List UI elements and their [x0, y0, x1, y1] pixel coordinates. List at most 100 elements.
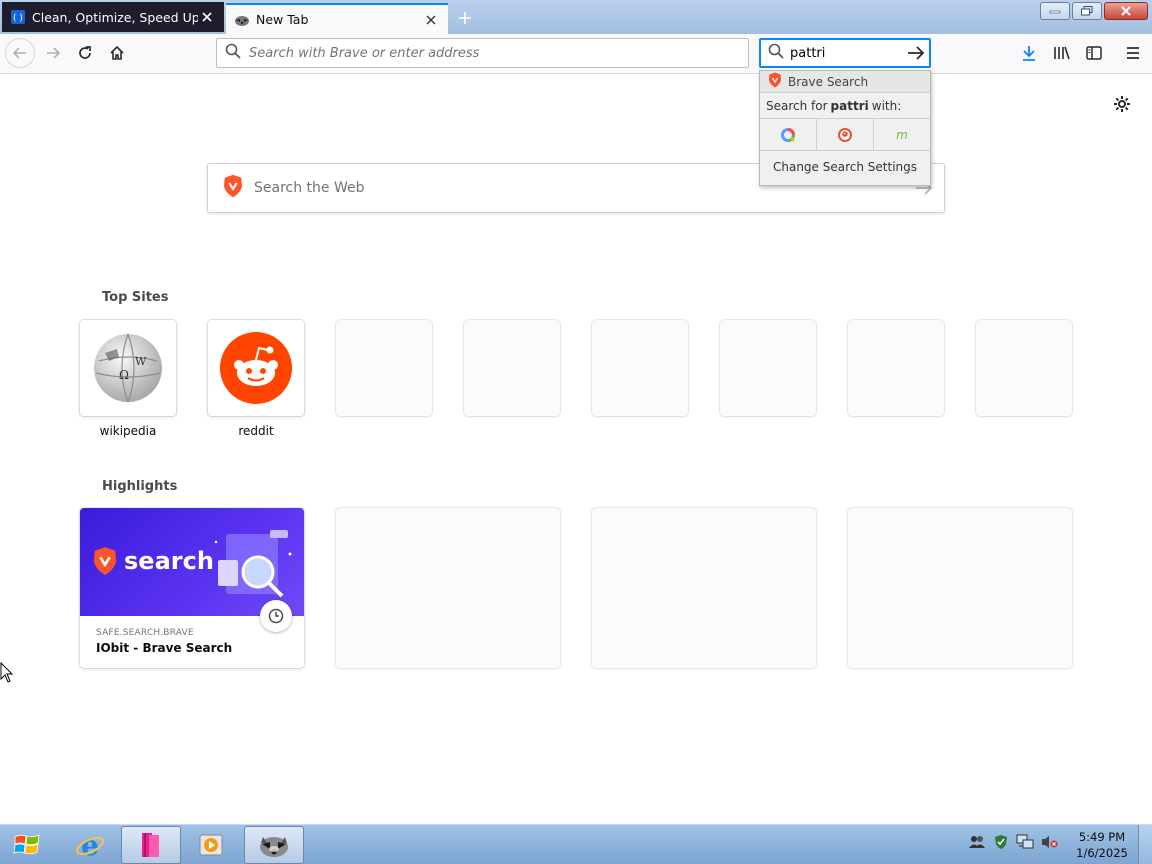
tab-new-tab[interactable]: New Tab [226, 3, 448, 34]
mojeek-icon: m [896, 128, 908, 142]
library-button[interactable] [1047, 38, 1077, 68]
gear-icon [1114, 96, 1130, 112]
taskbar-clock[interactable]: 5:49 PM 1/6/2025 [1074, 829, 1130, 861]
taskbar-browser[interactable] [244, 826, 304, 864]
search-icon [225, 43, 241, 63]
forward-button[interactable] [38, 38, 68, 68]
network-icon[interactable] [1016, 833, 1034, 851]
search-icon [768, 43, 784, 63]
arrow-right-icon [908, 46, 925, 60]
highlight-card-empty[interactable] [592, 508, 816, 668]
highlights-heading: Highlights [102, 479, 178, 494]
forward-arrow-icon [47, 47, 61, 59]
top-site-tile-empty[interactable] [592, 320, 688, 416]
mouse-cursor-icon [0, 662, 14, 683]
show-desktop-button[interactable] [1138, 825, 1152, 864]
highlight-hostname: SAFE.SEARCH.BRAVE [96, 628, 194, 638]
sidebar-icon [1086, 46, 1102, 60]
system-tray [968, 833, 1058, 851]
top-sites-heading: Top Sites [102, 290, 169, 305]
search-go-button[interactable] [902, 40, 930, 66]
current-engine-header: Brave Search [760, 71, 930, 93]
new-tab-page: Top Sites Ω W wikipedia reddit Highlight… [0, 74, 1152, 824]
close-tab-icon[interactable] [422, 11, 440, 29]
reload-icon [79, 46, 91, 59]
minimize-button[interactable] [1040, 2, 1070, 20]
search-input[interactable] [790, 45, 902, 61]
clock-icon [260, 600, 292, 632]
search-for-prefix: Search for [766, 98, 828, 113]
restore-button[interactable] [1072, 2, 1102, 20]
engine-qwant[interactable] [760, 119, 817, 150]
svg-text:( ): ( ) [13, 14, 23, 24]
engine-duckduckgo[interactable] [817, 119, 874, 150]
menu-button[interactable] [1118, 38, 1148, 68]
search-for-term: pattri [830, 98, 869, 113]
raccoon-icon [234, 12, 250, 28]
brave-search-logo: search [92, 546, 214, 576]
start-button[interactable] [6, 827, 48, 863]
taskbar-file-manager[interactable] [121, 826, 181, 864]
highlight-card-empty[interactable] [848, 508, 1072, 668]
tab-iobit[interactable]: ( ) Clean, Optimize, Speed Up and [2, 2, 224, 32]
top-site-tile-reddit[interactable] [208, 320, 304, 416]
media-player-icon [199, 834, 223, 856]
windows-logo-icon [13, 834, 40, 855]
taskbar-internet-explorer[interactable]: e [60, 826, 120, 864]
top-site-tile-empty[interactable] [720, 320, 816, 416]
back-arrow-icon [12, 47, 26, 59]
close-tab-icon[interactable] [198, 8, 216, 26]
close-window-button[interactable] [1104, 2, 1148, 20]
reload-button[interactable] [70, 38, 100, 68]
svg-text:m: m [896, 128, 908, 142]
top-site-tile-empty[interactable] [336, 320, 432, 416]
top-site-tile-empty[interactable] [976, 320, 1072, 416]
search-for-label: Search for pattri with: [760, 93, 930, 119]
magnifier-document-illustration [214, 530, 292, 598]
search-for-suffix: with: [871, 98, 902, 113]
title-bar: ( ) Clean, Optimize, Speed Up and New Ta… [0, 0, 1152, 34]
downloads-button[interactable] [1014, 38, 1044, 68]
address-bar[interactable] [216, 38, 749, 68]
top-site-tile-empty[interactable] [848, 320, 944, 416]
brave-lion-icon [768, 72, 782, 91]
search-bar[interactable] [759, 38, 931, 68]
home-icon [110, 45, 124, 60]
change-search-settings-button[interactable]: Change Search Settings [760, 151, 930, 183]
windows-taskbar: e 5:49 PM 1/6/2025 [0, 824, 1152, 864]
raccoon-icon [260, 837, 288, 857]
clock-date: 1/6/2025 [1076, 846, 1128, 860]
volume-muted-icon[interactable] [1040, 833, 1058, 851]
back-button[interactable] [5, 38, 35, 68]
tab-title: Clean, Optimize, Speed Up and [32, 9, 198, 25]
navigation-toolbar [0, 34, 1152, 74]
wikipedia-globe-icon: Ω W [94, 333, 162, 403]
new-tab-button[interactable] [452, 6, 478, 30]
sidebar-button[interactable] [1079, 38, 1109, 68]
highlight-title: IObit - Brave Search [96, 641, 233, 655]
page-settings-button[interactable] [1112, 94, 1132, 114]
top-site-tile-empty[interactable] [464, 320, 560, 416]
hamburger-menu-icon [1127, 47, 1139, 59]
iobit-icon: ( ) [10, 9, 26, 25]
brave-lion-icon [222, 174, 244, 202]
highlight-card-empty[interactable] [336, 508, 560, 668]
search-suggestions-popup: Brave Search Search for pattri with: m C… [759, 70, 931, 186]
taskbar-media-player[interactable] [182, 826, 242, 864]
users-icon[interactable] [968, 833, 986, 851]
top-site-label: wikipedia [99, 424, 157, 438]
one-off-engines: m [760, 119, 930, 151]
address-input[interactable] [249, 45, 748, 61]
top-site-tile-wikipedia[interactable]: Ω W [80, 320, 176, 416]
plus-icon [459, 12, 471, 24]
download-icon [1023, 46, 1035, 61]
security-shield-icon[interactable] [992, 833, 1010, 851]
engine-mojeek[interactable]: m [874, 119, 930, 150]
highlight-card[interactable]: search SAFE.SEARCH.BRAVE IObit - Brave S… [80, 508, 304, 668]
tab-title: New Tab [256, 12, 309, 27]
svg-text:Ω: Ω [119, 368, 129, 382]
library-icon [1054, 46, 1070, 60]
clock-time: 5:49 PM [1078, 830, 1126, 844]
svg-text:e: e [81, 830, 99, 860]
home-button[interactable] [102, 38, 132, 68]
